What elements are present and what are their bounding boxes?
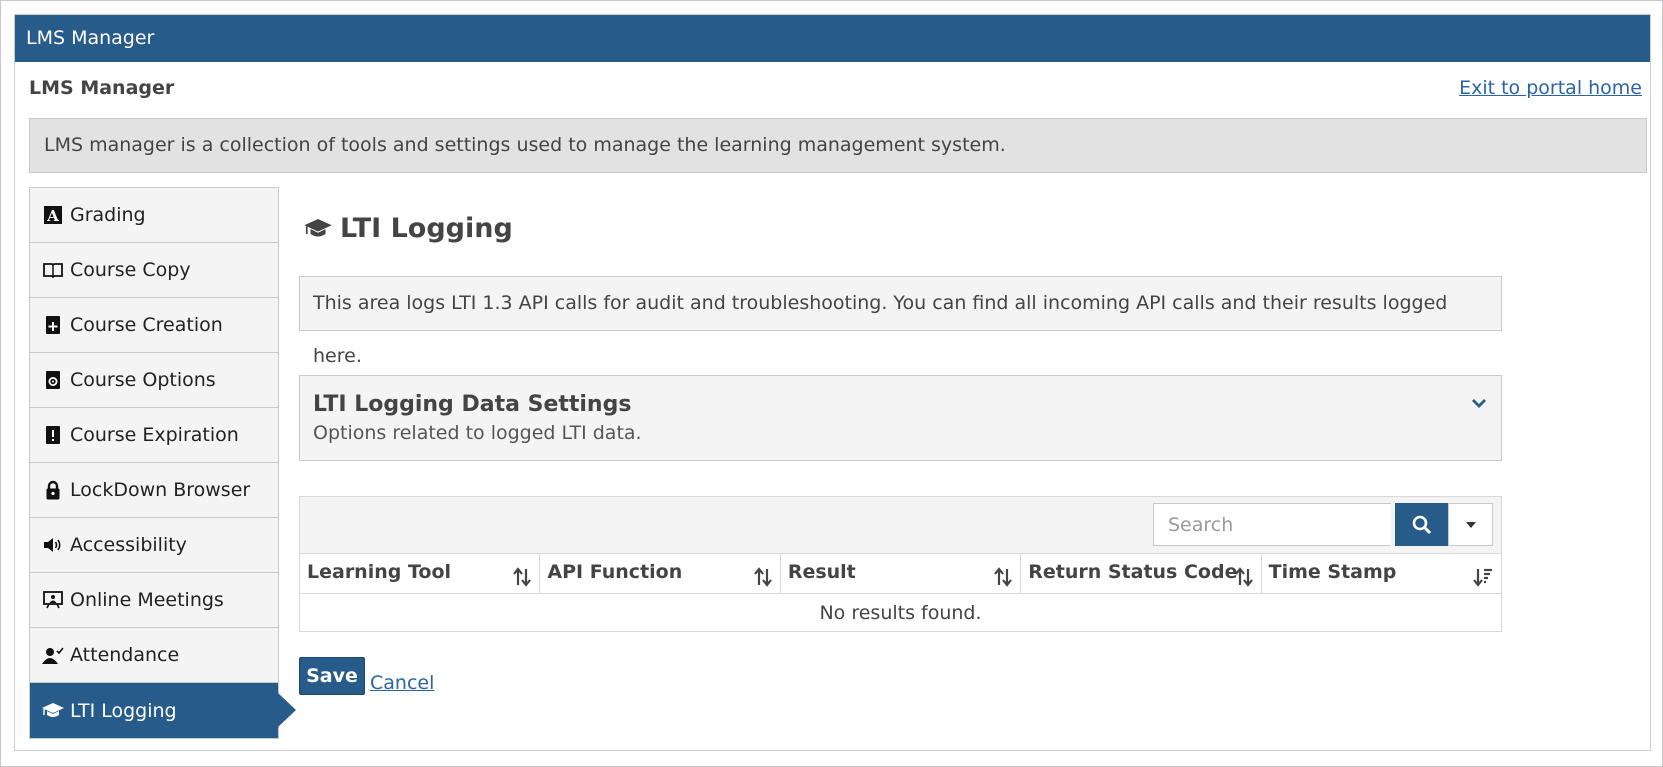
sidebar-item-label: Course Creation [70, 314, 223, 336]
cancel-link[interactable]: Cancel [370, 672, 434, 694]
settings-title: LTI Logging Data Settings [313, 392, 632, 417]
column-api-function[interactable]: API Function [540, 553, 781, 593]
table-toolbar [300, 497, 1501, 554]
log-table: Learning Tool API Function Result Return… [299, 496, 1502, 632]
graduation-cap-icon [304, 218, 332, 239]
column-label: Time Stamp [1268, 561, 1397, 583]
grading-icon: A [42, 205, 64, 225]
page-frame: LMS Manager LMS Manager Exit to portal h… [0, 0, 1663, 767]
sidebar-item-label: LTI Logging [70, 699, 177, 722]
save-button[interactable]: Save [299, 657, 365, 695]
chevron-down-icon[interactable] [1471, 394, 1487, 413]
sidebar-item-label: Accessibility [70, 534, 187, 556]
sidebar-item-label: LockDown Browser [70, 479, 251, 501]
speaker-icon [42, 535, 64, 555]
sidebar-item-course-creation[interactable]: Course Creation [30, 298, 278, 353]
column-time-stamp[interactable]: Time Stamp [1262, 553, 1501, 593]
column-result[interactable]: Result [781, 553, 1022, 593]
sidebar-item-lti-logging[interactable]: LTI Logging [30, 683, 296, 738]
empty-message: No results found. [819, 602, 982, 624]
sidebar-item-label: Course Copy [70, 259, 191, 281]
sidebar-item-accessibility[interactable]: Accessibility [30, 518, 278, 573]
exit-portal-link[interactable]: Exit to portal home [1459, 77, 1642, 99]
course-gear-icon [42, 370, 64, 390]
search-options-dropdown[interactable] [1448, 503, 1493, 546]
sidebar-item-lockdown-browser[interactable]: LockDown Browser [30, 463, 278, 518]
search-icon [1412, 515, 1432, 535]
column-label: Return Status Code [1028, 561, 1238, 583]
sidebar-item-course-expiration[interactable]: Course Expiration [30, 408, 278, 463]
column-label: API Function [547, 561, 683, 583]
sidebar-item-course-copy[interactable]: Course Copy [30, 243, 278, 298]
page-heading: LMS Manager [29, 77, 175, 99]
lock-icon [42, 480, 64, 500]
sidebar-nav: A Grading Course Copy Course Creation Co… [29, 187, 296, 739]
caret-down-icon [1465, 521, 1476, 528]
lms-panel: LMS Manager LMS Manager Exit to portal h… [14, 14, 1651, 751]
sidebar-item-label: Grading [70, 204, 146, 226]
intro-banner: LMS manager is a collection of tools and… [29, 118, 1647, 173]
sidebar-item-label: Online Meetings [70, 589, 224, 611]
title-bar: LMS Manager [15, 15, 1650, 62]
course-alert-icon [42, 425, 64, 445]
sidebar-item-label: Attendance [70, 644, 180, 666]
section-title: LTI Logging [304, 213, 513, 244]
user-check-icon [42, 645, 64, 665]
table-header: Learning Tool API Function Result Return… [300, 553, 1501, 594]
course-add-icon [42, 315, 64, 335]
info-banner: This area logs LTI 1.3 API calls for aud… [299, 276, 1502, 367]
sidebar-item-course-options[interactable]: Course Options [30, 353, 278, 408]
sidebar-item-online-meetings[interactable]: Online Meetings [30, 573, 278, 628]
settings-accordion[interactable]: LTI Logging Data Settings Options relate… [299, 375, 1502, 461]
settings-subtitle: Options related to logged LTI data. [313, 422, 642, 444]
column-label: Learning Tool [307, 561, 452, 583]
sidebar-item-grading[interactable]: A Grading [30, 188, 278, 243]
sidebar-item-attendance[interactable]: Attendance [30, 628, 278, 683]
presentation-icon [42, 590, 64, 610]
search-button[interactable] [1395, 503, 1448, 546]
sidebar-item-label: Course Expiration [70, 424, 239, 446]
column-label: Result [787, 561, 856, 583]
book-icon [42, 260, 64, 280]
column-return-status-code[interactable]: Return Status Code [1021, 553, 1262, 593]
sidebar-item-label: Course Options [70, 369, 216, 391]
graduation-cap-icon [42, 701, 64, 721]
svg-text:A: A [46, 207, 59, 224]
column-learning-tool[interactable]: Learning Tool [300, 553, 541, 593]
search-input[interactable] [1153, 503, 1391, 546]
section-title-text: LTI Logging [340, 213, 513, 244]
